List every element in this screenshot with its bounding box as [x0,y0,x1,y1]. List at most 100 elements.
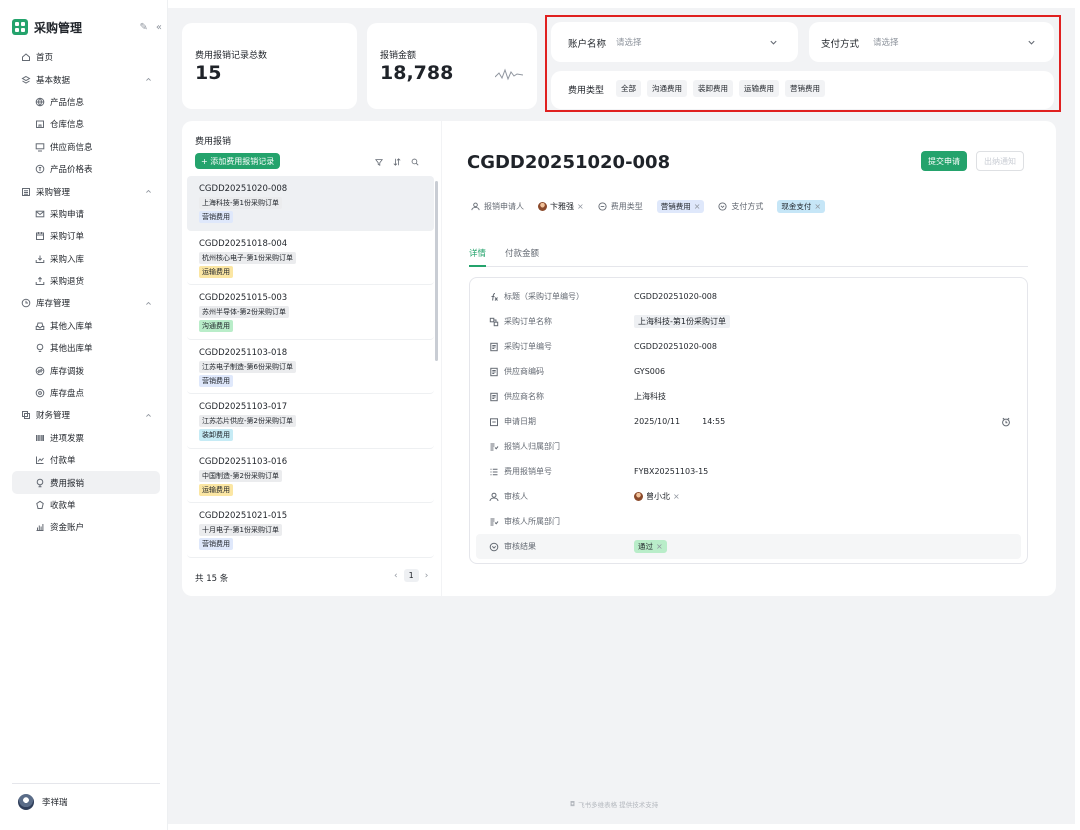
receipt-icon [36,500,44,509]
sidebar-item[interactable]: 仓库信息 [12,113,160,135]
list-item[interactable]: CGDD20251021-015 十月电子-第1份采购订单 营销费用 [187,503,434,558]
current-page[interactable]: 1 [403,569,419,582]
list-item-type-tag: 营销费用 [199,211,233,223]
sidebar-item-label: 库存盘点 [50,389,85,400]
expense-type-pill[interactable]: 营销费用 × [656,200,705,213]
tab-payment-amount[interactable]: 付款金额 [505,247,539,267]
sidebar-item-label: 费用报销 [50,478,85,489]
sidebar-item[interactable]: 费用报销 [12,471,160,494]
sidebar-item[interactable]: 采购订单 [12,225,160,247]
layers-icon [21,75,31,84]
user-profile[interactable]: 李祥瑞 [12,783,160,810]
sidebar-item[interactable]: 产品价格表 [12,158,160,180]
stat-count-label: 费用报销记录总数 [195,51,268,61]
list-item-type-tag: 营销费用 [199,374,233,387]
list-item[interactable]: CGDD20251015-003 苏州半导体-第2份采购订单 沟通费用 [187,285,434,340]
sidebar-item-label: 资金账户 [50,523,85,534]
detail-field-row: 供应商名称 上海科技 [476,384,1021,409]
field-value: 2025/10/11 [634,417,681,426]
transfer-icon [35,366,45,375]
close-icon[interactable]: × [656,542,663,551]
list-item[interactable]: CGDD20251103-018 江苏电子制造-第6份采购订单 营销费用 [187,340,434,394]
avatar [538,202,547,211]
chevron-up-icon[interactable] [145,412,152,419]
sidebar-item[interactable]: 其他入库单 [12,315,160,337]
detail-field-row: 审核人所属部门 [476,509,1021,534]
copy-icon [22,411,30,420]
user-name: 李祥瑞 [42,798,68,808]
sidebar-item[interactable]: 首页 [12,46,160,68]
chart-icon [36,524,44,532]
field-label: 报销人归属部门 [504,442,560,451]
box-out-icon [35,276,45,286]
dept-icon [490,518,499,525]
alarm-clock-icon[interactable] [1001,417,1011,427]
collapse-sidebar-icon[interactable]: « [156,22,162,33]
payment-method-label: 支付方式 [731,202,764,211]
cashier-notice-button[interactable]: 出纳通知 [976,151,1024,171]
close-icon[interactable]: × [673,492,680,501]
sidebar-item[interactable]: 进项发票 [12,427,160,449]
chevron-up-icon[interactable] [145,76,152,83]
list-item-order: 上海科技-第1份采购订单 [199,197,282,209]
sidebar-item[interactable]: 资金账户 [12,516,160,538]
edit-icon[interactable]: ✎ [139,22,147,33]
sidebar-item[interactable]: 采购入库 [12,248,160,270]
next-page-icon[interactable]: › [425,571,429,581]
tab-details[interactable]: 详情 [469,247,487,267]
chevron-up-icon[interactable] [145,188,152,195]
field-label: 采购订单编号 [504,342,552,351]
sidebar-item[interactable]: 库存盘点 [12,382,160,404]
chevron-up-icon[interactable] [145,300,152,307]
field-label: 申请日期 [504,417,536,426]
list-item[interactable]: CGDD20251020-008 上海科技-第1份采购订单 营销费用 [187,176,434,231]
filter-icon[interactable] [375,158,383,166]
list-item[interactable]: CGDD20251103-016 中国制造-第2份采购订单 运输费用 [187,449,434,503]
sidebar-item[interactable]: 库存调拨 [12,359,160,381]
list-title: 费用报销 [195,137,232,147]
detail-field-row: 审核人 曾小北 × [476,484,1021,509]
sidebar-item[interactable]: 采购管理 [12,180,160,202]
list-item[interactable]: CGDD20251018-004 杭州核心电子-第1份采购订单 运输费用 [187,231,434,285]
field-label: 审核结果 [504,542,536,551]
list-scrollbar[interactable] [435,181,438,361]
close-icon[interactable]: × [577,202,584,211]
list-item-order: 江苏芯片供应-第2份采购订单 [199,415,296,427]
sidebar-item[interactable]: 采购申请 [12,203,160,225]
close-icon[interactable]: × [814,202,821,211]
detail-fields: 标题（采购订单编号） CGDD20251020-008 采购订单名称 上海科技-第1份… [469,277,1028,564]
sidebar-item-label: 供应商信息 [50,142,93,153]
detail-field-row: 标题（采购订单编号） CGDD20251020-008 [476,284,1021,309]
warehouse-icon [36,120,44,129]
field-value: 通过 [638,542,653,551]
applicant-chip[interactable]: 卞雅强 × [538,201,584,212]
list-item[interactable]: CGDD20251103-017 江苏芯片供应-第2份采购订单 装卸费用 [187,394,434,449]
doc-icon [490,342,498,351]
search-icon[interactable] [411,158,419,166]
add-expense-button[interactable]: + 添加费用报销记录 [195,153,281,169]
payment-method-pill[interactable]: 现金支付 × [777,200,826,213]
sidebar-item-label: 库存调拨 [50,366,85,377]
list-item-type-tag: 装卸费用 [199,429,233,441]
sidebar-item[interactable]: 采购退货 [12,270,160,292]
review-result-pill[interactable]: 通过 × [634,540,667,553]
sidebar-item[interactable]: 基本数据 [12,68,160,90]
prev-page-icon[interactable]: ‹ [394,571,398,581]
submit-application-button[interactable]: 提交申请 [921,151,967,171]
stat-amount-value: 18,788 [380,62,454,84]
sidebar-item[interactable]: 财务管理 [12,404,160,426]
doc-icon [490,367,498,376]
sidebar-item[interactable]: 库存管理 [12,292,160,314]
sidebar-item[interactable]: 供应商信息 [12,136,160,158]
globe-icon [35,97,45,107]
reviewer-chip[interactable]: 曾小北 × [634,491,680,502]
payment-icon [36,456,44,465]
sidebar-item[interactable]: 产品信息 [12,91,160,113]
sidebar-item[interactable]: 收款单 [12,494,160,516]
field-value: CGDD20251020-008 [634,342,717,351]
sort-icon[interactable] [393,158,401,166]
expense-list-panel: 费用报销 + 添加费用报销记录 CGDD20251020-008 上海科技-第1份… [182,121,441,596]
close-icon[interactable]: × [694,202,701,211]
sidebar-item[interactable]: 其他出库单 [12,337,160,359]
sidebar-item[interactable]: 付款单 [12,449,160,471]
